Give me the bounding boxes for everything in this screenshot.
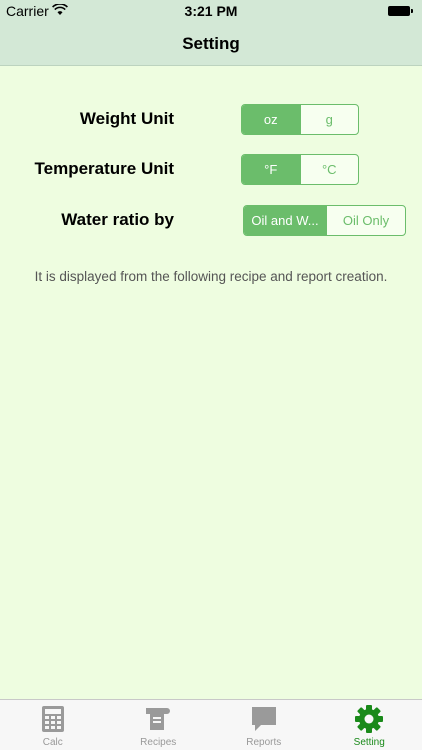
weight-unit-option-oz[interactable]: oz <box>242 105 300 134</box>
gear-icon <box>355 705 384 733</box>
navigation-bar: Setting <box>0 22 422 66</box>
tab-reports-label: Reports <box>246 737 282 748</box>
recipes-icon <box>146 708 171 730</box>
tab-bar: Calc Recipes Reports Setting <box>0 699 422 750</box>
calculator-icon <box>41 706 64 732</box>
temperature-unit-option-f[interactable]: °F <box>242 155 300 184</box>
weight-unit-option-g[interactable]: g <box>299 105 359 134</box>
temperature-unit-segmented-control: °F °C <box>241 154 359 185</box>
water-ratio-segmented-control: Oil and W... Oil Only <box>243 205 406 236</box>
tab-recipes[interactable]: Recipes <box>106 700 212 750</box>
status-time: 3:21 PM <box>184 3 238 19</box>
temperature-unit-option-c[interactable]: °C <box>299 155 359 184</box>
temperature-unit-label: Temperature Unit <box>34 159 175 178</box>
tab-calc[interactable]: Calc <box>0 700 106 750</box>
weight-unit-label: Weight Unit <box>79 109 174 128</box>
water-ratio-label: Water ratio by <box>61 210 174 229</box>
tab-setting-label: Setting <box>353 737 385 748</box>
tab-calc-label: Calc <box>42 737 63 748</box>
settings-note: It is displayed from the following recip… <box>34 269 388 284</box>
tab-recipes-label: Recipes <box>140 737 177 748</box>
weight-unit-segmented-control: oz g <box>241 104 359 135</box>
water-ratio-option-oil-only[interactable]: Oil Only <box>326 206 405 235</box>
tab-reports[interactable]: Reports <box>211 700 317 750</box>
tab-setting[interactable]: Setting <box>317 700 422 750</box>
status-bar: Carrier 3:21 PM <box>0 0 422 22</box>
battery-icon <box>388 6 413 16</box>
speech-bubble-icon <box>251 707 276 731</box>
page-title: Setting <box>182 34 240 53</box>
water-ratio-option-oil-and-water[interactable]: Oil and W... <box>244 206 326 235</box>
